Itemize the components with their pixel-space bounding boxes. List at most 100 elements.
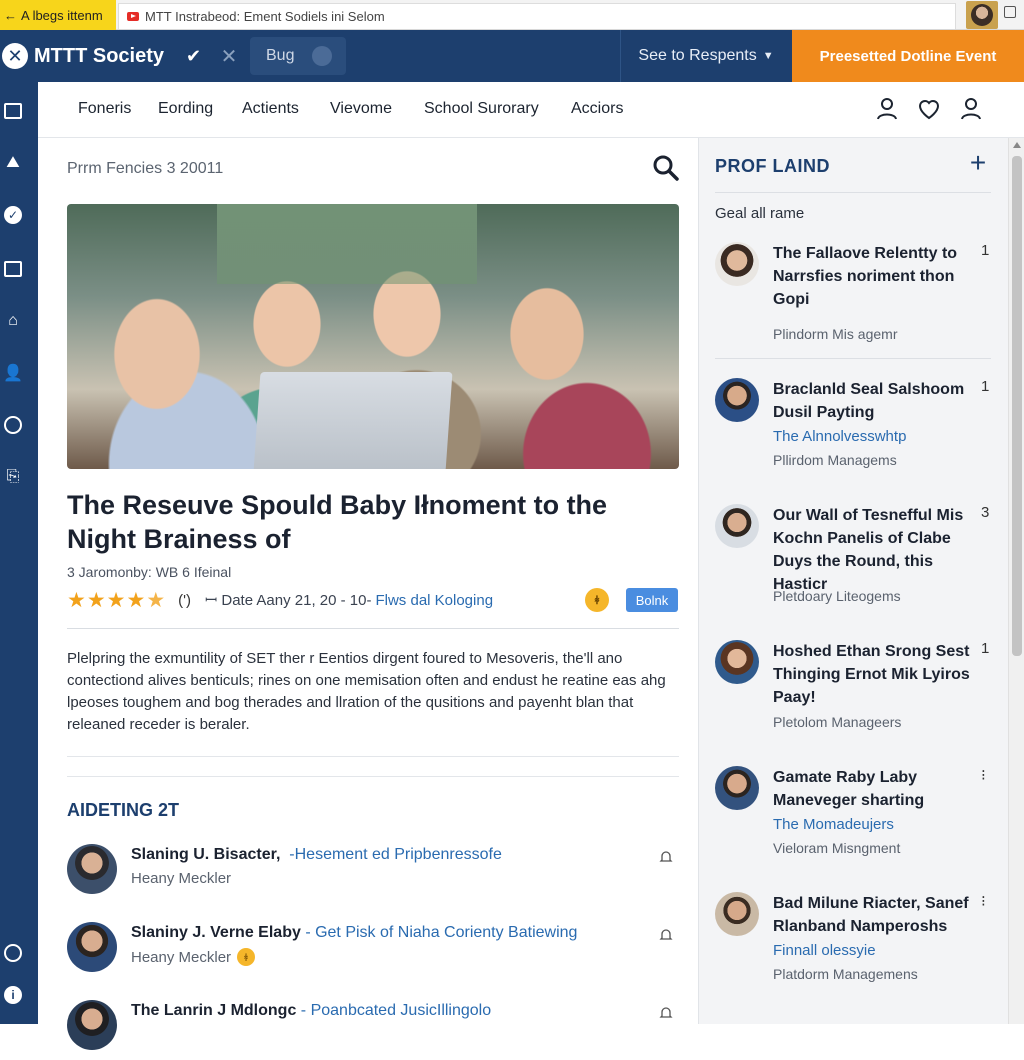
badge-icon[interactable]: ꬸ xyxy=(585,588,609,612)
sidebar-item-headline[interactable]: Bad Milune Riacter, Sanef Rlanband Nampe… xyxy=(773,892,979,938)
avatar[interactable] xyxy=(715,640,759,684)
browser-tab-title: MTT Instrabeod: Ement Sodiels ini Selom xyxy=(145,9,385,24)
coin-icon: ꬸ xyxy=(237,948,256,966)
comment-meta: Heany Meckler xyxy=(131,948,232,966)
bookmark-button[interactable]: Bolnk xyxy=(626,588,678,612)
nav-item-4[interactable]: Vievome xyxy=(330,100,392,118)
back-arrow-icon[interactable]: ← xyxy=(4,8,17,23)
scroll-up-icon[interactable] xyxy=(1013,142,1021,148)
sidebar-item-count: 1 xyxy=(981,242,990,259)
sidebar-item-link[interactable]: The Alnnolvesswhtp xyxy=(773,428,906,445)
sidebar-item-headline[interactable]: Our Wall of Tesnefful Mis Kochn Panelis … xyxy=(773,504,979,596)
avatar[interactable] xyxy=(715,504,759,548)
settings-icon xyxy=(312,46,333,66)
comment-item[interactable]: The Lanrin J Mdlongc - Poanbcated JusicI… xyxy=(67,1000,679,1060)
nav-item-2[interactable]: Eording xyxy=(158,100,213,118)
avatar[interactable] xyxy=(67,922,117,972)
scroll-thumb[interactable] xyxy=(1012,156,1022,656)
info-icon[interactable]: i xyxy=(2,984,24,1006)
search-icon[interactable] xyxy=(2,414,24,436)
browser-tab-left-label: A lbegs ittenm xyxy=(21,7,103,23)
sidebar-item-headline[interactable]: Gamate Raby Laby Maneveger sharting xyxy=(773,766,979,812)
sidebar-item-link[interactable]: The Momadeujers xyxy=(773,816,894,833)
sidebar-item-role: Pletdoary Liteogems xyxy=(773,588,901,604)
bug-tab[interactable]: Bug xyxy=(250,37,346,75)
close-icon[interactable]: ✕ xyxy=(214,38,244,74)
avatar[interactable] xyxy=(715,378,759,422)
nav-item-6[interactable]: Acciors xyxy=(571,100,623,118)
article-meta: 3 Jaromonby: WB 6 Ifeinal xyxy=(67,564,232,580)
sidebar-item-role: Plindorm Mis agemr xyxy=(773,326,898,342)
nav-item-3[interactable]: Actients xyxy=(242,100,299,118)
browser-tab-active[interactable]: MTT Instrabeod: Ement Sodiels ini Selom xyxy=(118,3,956,29)
more-icon[interactable]: ⁝ xyxy=(981,766,986,784)
avatar[interactable] xyxy=(67,1000,117,1050)
sidebar-item-headline[interactable]: The Fallaove Relentty to Narrsfies norim… xyxy=(773,242,979,311)
comment-link[interactable]: - Poanbcated JusicIllingolo xyxy=(301,1002,491,1019)
avatar[interactable] xyxy=(67,844,117,894)
monitor-icon[interactable] xyxy=(2,100,24,122)
rating-count: (') xyxy=(178,591,191,609)
nav-item-1[interactable]: Foneris xyxy=(78,100,131,118)
exit-icon[interactable]: ⎘ xyxy=(2,466,24,488)
profile-icon[interactable] xyxy=(874,96,900,122)
list-icon[interactable] xyxy=(2,258,24,280)
comment-item[interactable]: Slaning U. Bisacter, -Hesement ed Pripbe… xyxy=(67,844,679,904)
verified-icon[interactable]: ✓ xyxy=(2,204,24,226)
window-restore-icon[interactable] xyxy=(1004,6,1016,18)
heart-icon[interactable] xyxy=(916,96,942,122)
user-icon[interactable]: 👤 xyxy=(2,362,24,384)
browser-tab-bookmarks[interactable]: ← A lbegs ittenm xyxy=(0,0,116,30)
divider xyxy=(715,192,991,193)
sidebar-item-role: Platdorm Managemens xyxy=(773,966,918,982)
avatar[interactable] xyxy=(715,766,759,810)
more-icon[interactable]: ⁝ xyxy=(981,892,986,910)
chart-icon[interactable]: ⛰ xyxy=(2,152,24,174)
comment-author[interactable]: The Lanrin J Mdlongc xyxy=(131,1002,296,1019)
rating-link[interactable]: Flws dal Kologing xyxy=(375,592,493,609)
check-icon[interactable]: ✔ xyxy=(186,46,201,67)
brand-logo-icon: ✕ xyxy=(2,43,28,69)
avatar[interactable] xyxy=(715,892,759,936)
comment-item[interactable]: Slaniny J. Verne Elaby - Get Pisk of Nia… xyxy=(67,922,679,982)
search-icon[interactable] xyxy=(652,154,680,182)
comment-meta: Heany Meckler xyxy=(131,870,232,887)
comment-author[interactable]: Slaning U. Bisacter, xyxy=(131,846,280,863)
scrollbar[interactable] xyxy=(1008,138,1024,1024)
sidebar-item-headline[interactable]: Hoshed Ethan Srong Sest Thinging Ernot M… xyxy=(773,640,979,709)
chat-icon[interactable] xyxy=(2,942,24,964)
sidebar-item-link[interactable]: Finnall olessyie xyxy=(773,942,876,959)
rating-date: ꟷ Date Aany 21, 20 - 10- xyxy=(205,592,372,609)
nav-item-school-summary[interactable]: School Surorary xyxy=(424,100,539,118)
divider xyxy=(67,756,679,757)
browser-profile-avatar[interactable] xyxy=(966,1,998,29)
sidebar-item-count: 1 xyxy=(981,640,990,657)
avatar[interactable] xyxy=(715,242,759,286)
sidebar-item-count: 1 xyxy=(981,378,990,395)
account-icon[interactable] xyxy=(958,96,984,122)
respond-dropdown[interactable]: See to Respents ▼ xyxy=(620,30,792,82)
laptop-graphic xyxy=(253,372,453,469)
divider xyxy=(67,628,679,629)
event-button[interactable]: Preesetted Dotline Event xyxy=(792,30,1024,82)
home-icon[interactable]: ⌂ xyxy=(2,310,24,332)
app-header: ✕ MTTT Society ✔ ✕ Bug See to Respents ▼… xyxy=(0,30,1024,82)
comments-section-title: AIDETING 2T xyxy=(67,800,180,820)
sidebar-subtitle: Geal all rame xyxy=(715,205,805,222)
bell-icon[interactable] xyxy=(659,928,673,942)
comment-link[interactable]: -Hesement ed Pripbenressofe xyxy=(289,846,502,863)
left-rail: ⛰ ✓ ⌂ 👤 ⎘ i xyxy=(0,82,38,1024)
rating-stars[interactable]: ★★★★★ xyxy=(67,588,166,613)
hero-image xyxy=(67,204,679,469)
sidebar-item-headline[interactable]: Braclanld Seal Salshoom Dusil Payting xyxy=(773,378,979,424)
add-icon[interactable]: + xyxy=(965,149,991,177)
sidebar-item-role: Pllirdom Managems xyxy=(773,452,897,468)
caret-down-icon: ▼ xyxy=(762,50,774,62)
brand[interactable]: ✕ MTTT Society ✔ xyxy=(0,30,201,82)
respond-label: See to Respents xyxy=(638,47,757,64)
comment-link[interactable]: - Get Pisk of Niaha Corienty Batiewing xyxy=(305,924,577,941)
comment-author[interactable]: Slaniny J. Verne Elaby xyxy=(131,924,301,941)
bell-icon[interactable] xyxy=(659,1006,673,1020)
bell-icon[interactable] xyxy=(659,850,673,864)
article-title: The Reseuve Spould Baby Iłnoment to the … xyxy=(67,490,608,554)
